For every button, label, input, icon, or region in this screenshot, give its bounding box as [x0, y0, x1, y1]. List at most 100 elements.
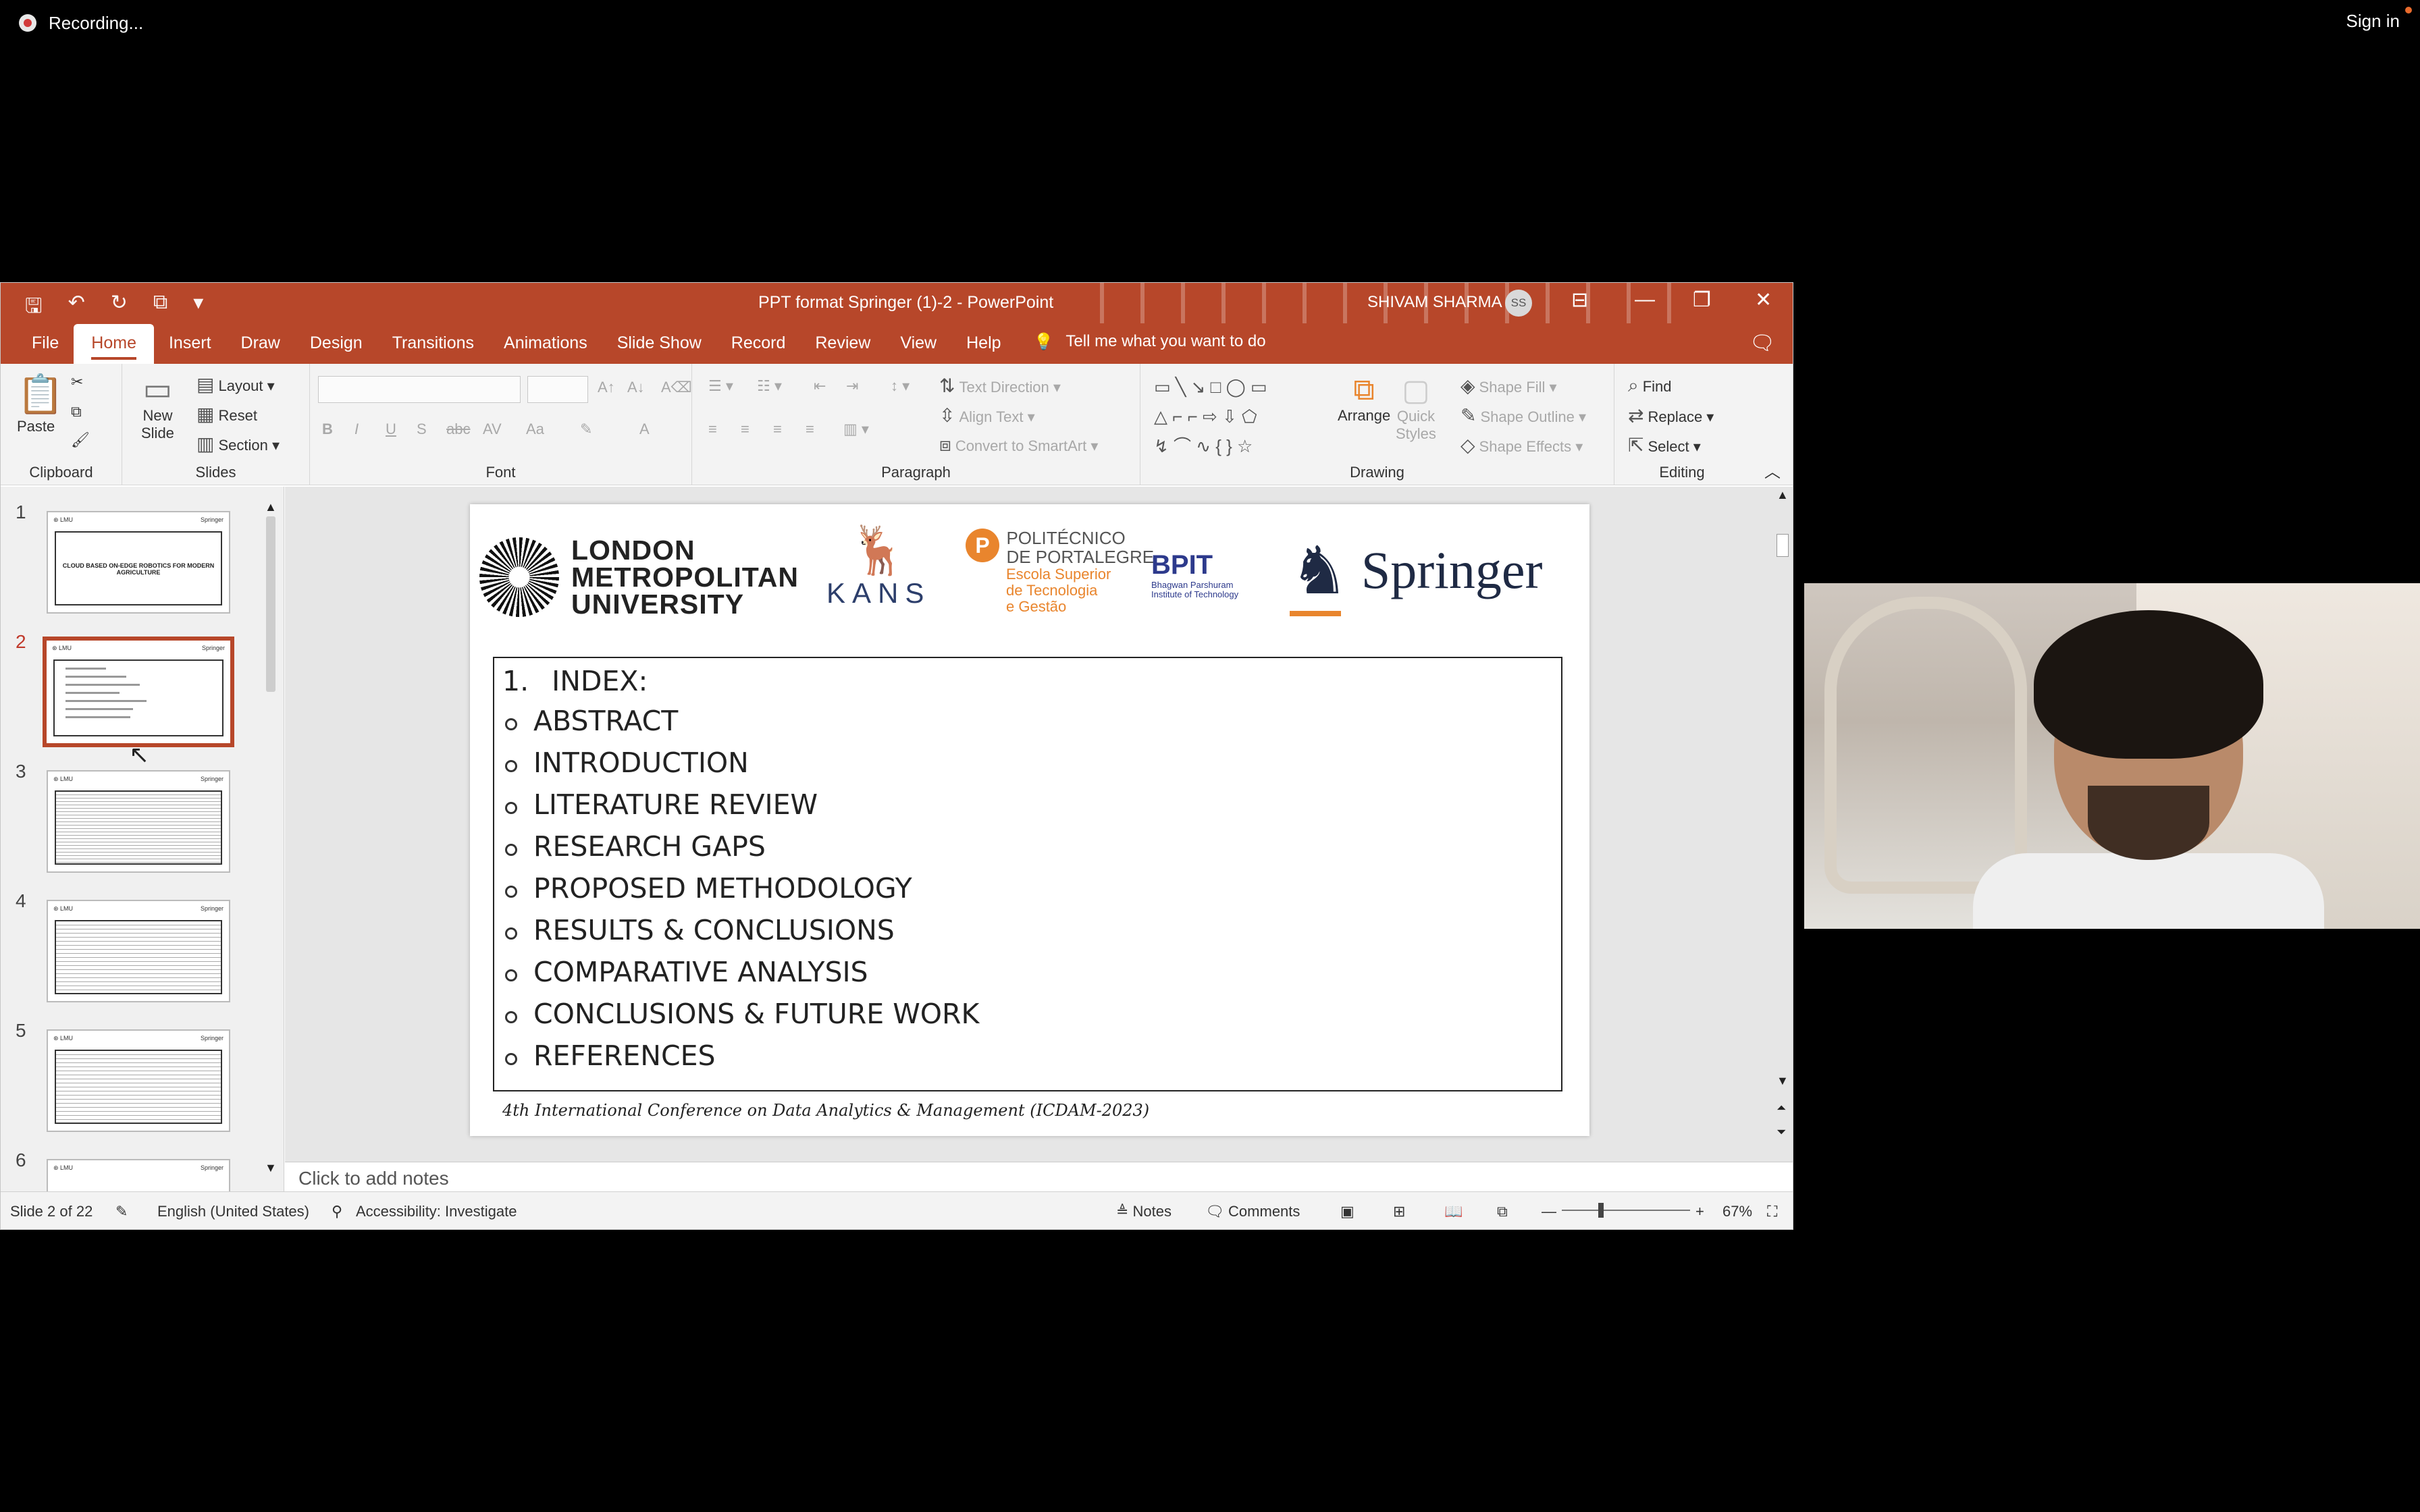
undo-icon[interactable]: ↶ — [68, 291, 85, 323]
slide-sorter-icon[interactable]: ⊞ — [1393, 1203, 1405, 1220]
spelling-icon[interactable]: ✎ — [115, 1203, 128, 1220]
shape-outline-button[interactable]: ✎ Shape Outline ▾ — [1461, 404, 1586, 427]
zoom-slider-thumb[interactable] — [1598, 1203, 1604, 1218]
font-color-icon[interactable]: A — [639, 421, 650, 438]
fit-to-window-icon[interactable]: ⛶ — [1767, 1203, 1777, 1220]
change-case-icon[interactable]: Aa — [526, 421, 544, 438]
paste-button[interactable]: 📋 Paste — [17, 372, 64, 435]
restore-icon[interactable]: ❐ — [1693, 288, 1711, 312]
slide-thumbnail-1[interactable]: ⊛ LMU Springer CLOUD BASED ON-EDGE ROBOTI… — [47, 511, 230, 614]
shape-fill-button[interactable]: ◈ Shape Fill ▾ — [1461, 375, 1557, 397]
font-size-select[interactable] — [527, 376, 588, 403]
new-slide-button[interactable]: ▭ New Slide — [141, 371, 174, 442]
font-family-select[interactable] — [318, 376, 521, 403]
reset-button[interactable]: ▦ Reset — [196, 403, 257, 425]
decrease-indent-icon[interactable]: ⇤ — [814, 377, 826, 395]
align-left-icon[interactable]: ≡ — [708, 421, 717, 438]
cut-icon[interactable]: ✂ — [71, 373, 83, 391]
slide-scrollbar[interactable]: ▲ ▼ ⏶ ⏷ — [1772, 487, 1793, 1162]
smartart-button[interactable]: ⧈ Convert to SmartArt ▾ — [939, 434, 1098, 456]
character-spacing-icon[interactable]: AV — [483, 421, 502, 438]
scroll-down-icon[interactable]: ▼ — [1777, 1074, 1789, 1088]
user-name[interactable]: SHIVAM SHARMA — [1367, 293, 1502, 312]
increase-font-icon[interactable]: A↑ — [598, 379, 615, 396]
format-painter-icon[interactable]: 🖌 — [71, 431, 90, 449]
copy-icon[interactable]: ⧉ — [71, 403, 82, 421]
tab-draw[interactable]: Draw — [226, 333, 295, 364]
tab-design[interactable]: Design — [295, 333, 377, 364]
decrease-font-icon[interactable]: A↓ — [627, 379, 645, 396]
align-text-button[interactable]: ⇳ Align Text ▾ — [939, 404, 1035, 427]
highlight-icon[interactable]: ✎ — [580, 421, 592, 438]
underline-icon[interactable]: U — [386, 421, 396, 438]
quick-styles-button[interactable]: ▢ Quick Styles — [1396, 373, 1436, 443]
notes-pane[interactable]: Click to add notes — [285, 1162, 1793, 1191]
tell-me-search[interactable]: 💡 Tell me what you want to do — [1016, 332, 1266, 364]
minimize-icon[interactable]: — — [1635, 288, 1655, 311]
line-spacing-icon[interactable]: ↕ ▾ — [891, 377, 910, 395]
text-direction-button[interactable]: ⇅ Text Direction ▾ — [939, 375, 1061, 397]
shapes-gallery[interactable]: ▭ ╲ ↘ □ ◯ ▭ △ ⌐ ⌐ ⇨ ⇩ ⬠ ↯ ⌒ ∿ { } ☆ — [1154, 372, 1267, 461]
ribbon-display-icon[interactable]: ⊟ — [1571, 288, 1588, 312]
tab-view[interactable]: View — [885, 333, 951, 364]
start-from-beginning-icon[interactable]: ⧉ — [153, 291, 167, 323]
slide-thumbnail-2[interactable]: ⊛ LMU Springer — [43, 637, 234, 747]
clear-formatting-icon[interactable]: A⌫ — [661, 379, 692, 396]
reading-view-icon[interactable]: 📖 — [1444, 1203, 1463, 1220]
zoom-level[interactable]: 67% — [1722, 1203, 1752, 1220]
close-icon[interactable]: ✕ — [1755, 288, 1772, 312]
align-right-icon[interactable]: ≡ — [773, 421, 782, 438]
strikethrough-icon[interactable]: abc — [446, 421, 470, 438]
bold-icon[interactable]: B — [322, 421, 333, 438]
scroll-up-icon[interactable]: ▲ — [1777, 488, 1789, 502]
avatar[interactable]: SS — [1505, 290, 1532, 317]
sign-in-link[interactable]: Sign in — [2346, 11, 2400, 32]
numbering-icon[interactable]: ☷ ▾ — [757, 377, 782, 395]
scroll-up-icon[interactable]: ▲ — [265, 500, 277, 514]
webcam-video[interactable] — [1804, 583, 2420, 929]
current-slide[interactable]: LONDON METROPOLITAN UNIVERSITY 🦌 KANS P … — [470, 504, 1589, 1136]
columns-icon[interactable]: ▥ ▾ — [843, 421, 869, 438]
slide-thumbnail-3[interactable]: ⊛ LMU Springer — [47, 770, 230, 873]
section-button[interactable]: ▥ Section ▾ — [196, 433, 280, 455]
tab-file[interactable]: File — [17, 333, 74, 364]
zoom-in-icon[interactable]: + — [1695, 1203, 1704, 1220]
italic-icon[interactable]: I — [354, 421, 359, 438]
thumbnail-scrollbar[interactable]: ▲ ▼ — [263, 500, 278, 1175]
scroll-thumb[interactable] — [1777, 534, 1789, 557]
layout-button[interactable]: ▤ Layout ▾ — [196, 373, 275, 396]
tab-review[interactable]: Review — [800, 333, 885, 364]
zoom-out-icon[interactable]: — — [1542, 1203, 1556, 1220]
customize-qat-icon[interactable]: ▾ — [193, 291, 203, 323]
slide-thumbnail-4[interactable]: ⊛ LMU Springer — [47, 900, 230, 1002]
zoom-slider[interactable] — [1562, 1210, 1690, 1211]
scroll-thumb[interactable] — [266, 516, 275, 692]
align-center-icon[interactable]: ≡ — [741, 421, 749, 438]
increase-indent-icon[interactable]: ⇥ — [846, 377, 858, 395]
text-shadow-icon[interactable]: S — [417, 421, 427, 438]
shape-effects-button[interactable]: ◇ Shape Effects ▾ — [1461, 434, 1583, 456]
recording-indicator[interactable]: Recording... — [19, 9, 143, 36]
replace-button[interactable]: ⇄ Replace ▾ — [1628, 404, 1714, 427]
justify-icon[interactable]: ≡ — [806, 421, 814, 438]
tab-home[interactable]: Home — [74, 324, 154, 364]
comments-icon[interactable]: 🗨 — [1750, 331, 1775, 355]
save-icon[interactable]: 🖫 — [25, 291, 43, 323]
index-textbox[interactable]: 1. INDEX: ABSTRACT INTRODUCTION LITERATU… — [493, 657, 1562, 1091]
tab-help[interactable]: Help — [951, 333, 1016, 364]
next-slide-icon[interactable]: ⏷ — [1777, 1125, 1786, 1139]
slide-thumbnail-5[interactable]: ⊛ LMU Springer — [47, 1029, 230, 1132]
previous-slide-icon[interactable]: ⏶ — [1777, 1101, 1786, 1115]
slide-thumbnail-6[interactable]: ⊛ LMU Springer — [47, 1159, 230, 1191]
find-button[interactable]: ⌕ Find — [1628, 375, 1671, 397]
bullets-icon[interactable]: ☰ ▾ — [708, 377, 733, 395]
redo-icon[interactable]: ↻ — [111, 291, 128, 323]
tab-record[interactable]: Record — [716, 333, 801, 364]
scroll-down-icon[interactable]: ▼ — [265, 1161, 277, 1175]
notes-toggle[interactable]: ≜ Notes — [1116, 1203, 1172, 1220]
select-button[interactable]: ⇱ Select ▾ — [1628, 434, 1701, 456]
tab-slide-show[interactable]: Slide Show — [602, 333, 716, 364]
slideshow-icon[interactable]: ⧉ — [1497, 1203, 1508, 1220]
language-indicator[interactable]: English (United States) — [157, 1203, 309, 1220]
normal-view-icon[interactable]: ▣ — [1340, 1203, 1354, 1220]
